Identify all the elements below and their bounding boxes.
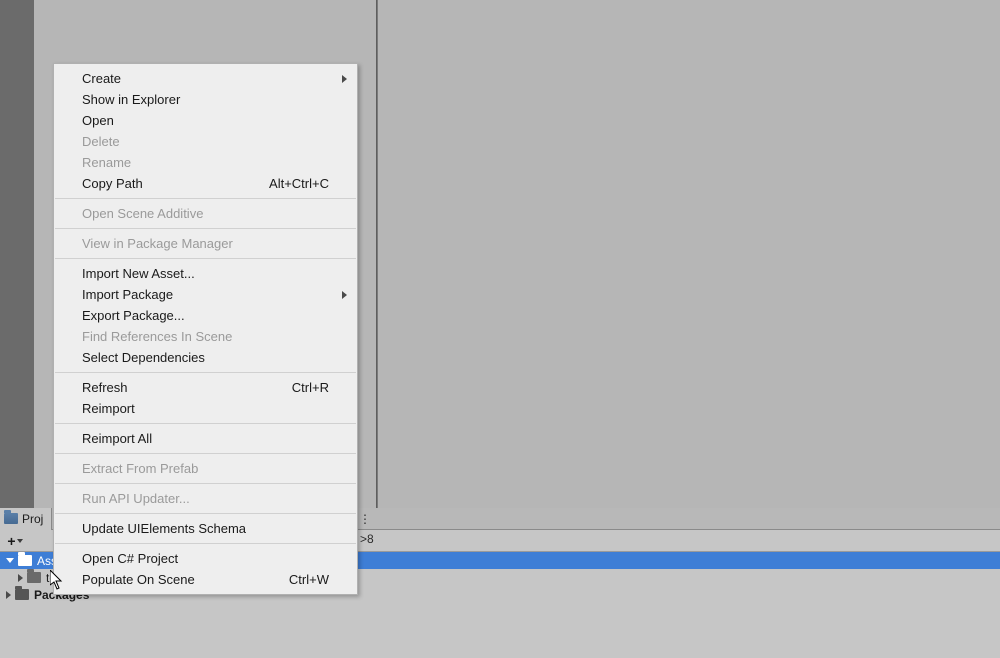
menu-extract-from-prefab: Extract From Prefab <box>54 458 357 479</box>
menu-label: Reimport <box>82 401 135 416</box>
menu-label: Create <box>82 71 121 86</box>
submenu-arrow-icon <box>342 75 347 83</box>
menu-create[interactable]: Create <box>54 68 357 89</box>
folder-icon <box>18 555 32 566</box>
menu-reimport[interactable]: Reimport <box>54 398 357 419</box>
menu-separator <box>55 198 356 199</box>
menu-open[interactable]: Open <box>54 110 357 131</box>
expand-arrow-icon[interactable] <box>6 591 11 599</box>
menu-label: Import New Asset... <box>82 266 195 281</box>
expand-arrow-icon[interactable] <box>6 558 14 563</box>
menu-find-references: Find References In Scene <box>54 326 357 347</box>
plus-icon: + <box>7 534 15 548</box>
menu-label: Update UIElements Schema <box>82 521 246 536</box>
menu-populate-on-scene[interactable]: Populate On Scene Ctrl+W <box>54 569 357 590</box>
menu-separator <box>55 423 356 424</box>
submenu-arrow-icon <box>342 291 347 299</box>
menu-separator <box>55 372 356 373</box>
menu-separator <box>55 453 356 454</box>
menu-shortcut: Alt+Ctrl+C <box>269 176 329 191</box>
menu-shortcut: Ctrl+W <box>289 572 329 587</box>
menu-open-csharp-project[interactable]: Open C# Project <box>54 548 357 569</box>
hierarchy-panel-edge <box>0 0 34 508</box>
menu-rename: Rename <box>54 152 357 173</box>
menu-separator <box>55 228 356 229</box>
menu-refresh[interactable]: Refresh Ctrl+R <box>54 377 357 398</box>
menu-view-package-manager: View in Package Manager <box>54 233 357 254</box>
add-button[interactable]: + <box>4 532 26 550</box>
context-menu: Create Show in Explorer Open Delete Rena… <box>53 63 358 595</box>
menu-label: Extract From Prefab <box>82 461 198 476</box>
menu-label: View in Package Manager <box>82 236 233 251</box>
panel-divider-light <box>377 0 378 508</box>
tab-project[interactable]: Proj <box>0 508 52 530</box>
project-icon <box>4 513 18 524</box>
menu-label: Reimport All <box>82 431 152 446</box>
menu-label: Refresh <box>82 380 128 395</box>
menu-label: Show in Explorer <box>82 92 180 107</box>
menu-separator <box>55 258 356 259</box>
menu-update-uielements[interactable]: Update UIElements Schema <box>54 518 357 539</box>
menu-select-dependencies[interactable]: Select Dependencies <box>54 347 357 368</box>
menu-label: Select Dependencies <box>82 350 205 365</box>
menu-separator <box>55 513 356 514</box>
menu-copy-path[interactable]: Copy Path Alt+Ctrl+C <box>54 173 357 194</box>
menu-label: Export Package... <box>82 308 185 323</box>
menu-open-scene-additive: Open Scene Additive <box>54 203 357 224</box>
menu-label: Open C# Project <box>82 551 178 566</box>
menu-label: Copy Path <box>82 176 143 191</box>
menu-separator <box>55 483 356 484</box>
menu-label: Rename <box>82 155 131 170</box>
menu-import-package[interactable]: Import Package <box>54 284 357 305</box>
menu-run-api-updater: Run API Updater... <box>54 488 357 509</box>
menu-import-new-asset[interactable]: Import New Asset... <box>54 263 357 284</box>
menu-delete: Delete <box>54 131 357 152</box>
menu-reimport-all[interactable]: Reimport All <box>54 428 357 449</box>
menu-label: Open <box>82 113 114 128</box>
tab-label: Proj <box>22 512 43 526</box>
menu-shortcut: Ctrl+R <box>292 380 329 395</box>
tab-overflow-icon[interactable]: ⋮ <box>359 512 370 526</box>
folder-icon <box>15 589 29 600</box>
expand-arrow-icon[interactable] <box>18 574 23 582</box>
menu-label: Open Scene Additive <box>82 206 203 221</box>
menu-show-in-explorer[interactable]: Show in Explorer <box>54 89 357 110</box>
menu-label: Run API Updater... <box>82 491 190 506</box>
menu-label: Delete <box>82 134 120 149</box>
menu-label: Import Package <box>82 287 173 302</box>
menu-separator <box>55 543 356 544</box>
menu-label: Find References In Scene <box>82 329 232 344</box>
menu-label: Populate On Scene <box>82 572 195 587</box>
folder-icon <box>27 572 41 583</box>
menu-export-package[interactable]: Export Package... <box>54 305 357 326</box>
dropdown-caret-icon <box>17 539 23 543</box>
toolbar-info: >8 <box>360 532 374 546</box>
